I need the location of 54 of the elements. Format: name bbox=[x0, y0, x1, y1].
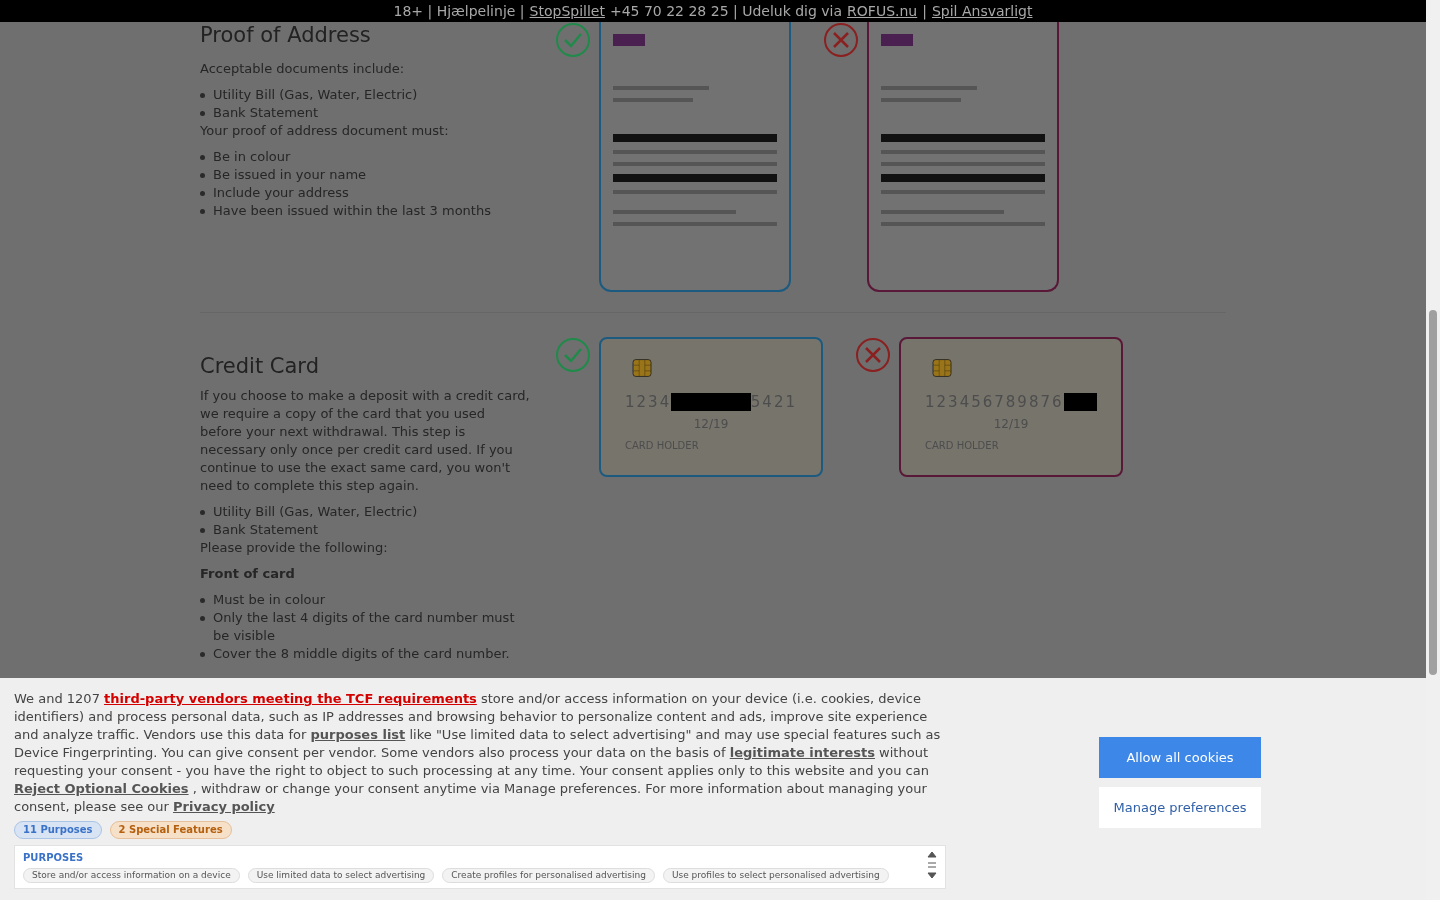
count-tag[interactable]: 11 Purposes bbox=[14, 821, 102, 839]
purpose-chip[interactable]: Store and/or access information on a device bbox=[23, 868, 240, 883]
purposes-heading: PURPOSES bbox=[23, 851, 85, 865]
bullet-icon bbox=[200, 598, 205, 603]
section-heading: Proof of Address bbox=[200, 22, 372, 48]
scrollbar[interactable] bbox=[1426, 0, 1440, 900]
bullet-icon bbox=[200, 191, 205, 196]
allow-all-button[interactable]: Allow all cookies bbox=[1099, 737, 1261, 778]
consent-text: We and 1207 third-party vendors meeting the TCF requirements store and/or access information on your device (i.e. cookies, device identifiers) and process personal data, such as IP addresses and browsing behavior to personalize content and ads, improve site experience and analyze traffic. Vendors use this data for purposes list like "Use limited data to select advertising" and may use special features such as Device Fingerprinting. You can give consent per vendor. Some vendors also process your data on the basis of legitimate interests without requesting your consent - you have the right to object to such processing at any time. Your consent applies only to this website and you can Reject Optional Cookies , withdraw or change your consent anytime via Manage preferences. For more information about managing your consent, please see our Privacy policy bbox=[14, 690, 942, 816]
bullet-icon bbox=[200, 510, 205, 515]
bullet-icon bbox=[200, 528, 205, 533]
bullet-icon bbox=[200, 173, 205, 178]
link[interactable]: ROFUS.nu bbox=[847, 0, 918, 22]
bullet-icon bbox=[200, 652, 205, 657]
list-item: Include your address bbox=[213, 184, 349, 202]
count-tag[interactable]: 2 Special Features bbox=[109, 821, 232, 839]
link[interactable]: purposes list bbox=[310, 727, 406, 742]
purpose-chip[interactable]: Use limited data to select advertising bbox=[247, 868, 435, 883]
redaction-bar bbox=[1063, 393, 1097, 411]
scroll-arrows-icon[interactable] bbox=[927, 851, 937, 879]
link[interactable]: Reject Optional Cookies bbox=[14, 781, 189, 796]
list-item: Utility Bill (Gas, Water, Electric) bbox=[213, 503, 418, 521]
bar-text: +45 70 22 28 25 | Udeluk dig via bbox=[609, 1, 843, 22]
paragraph: Acceptable documents include: bbox=[200, 60, 406, 78]
paragraph: If you choose to make a deposit with a credit card, we require a copy of the card that you used before your next withdrawal. This step is necessary only once per credit card used. If you continue to use the exact same card, you won't need to complete this step again. bbox=[200, 387, 530, 495]
scrollbar-thumb[interactable] bbox=[1429, 310, 1437, 675]
list-item: Cover the 8 middle digits of the card number. bbox=[213, 645, 510, 663]
link[interactable]: Spil Ansvarligt bbox=[931, 0, 1033, 22]
purpose-chip[interactable]: Use profiles to select personalised advertising bbox=[662, 868, 889, 883]
list-item: Bank Statement bbox=[213, 104, 319, 122]
note-text: Please provide the following: bbox=[200, 539, 389, 557]
list-item: Have been issued within the last 3 months bbox=[213, 202, 491, 220]
link[interactable]: StopSpillet bbox=[529, 0, 605, 22]
link[interactable]: legitimate interests bbox=[729, 745, 875, 760]
bullet-icon bbox=[200, 616, 205, 621]
section-heading: Credit Card bbox=[200, 353, 320, 379]
bar-text: | bbox=[922, 1, 927, 22]
list-item: Be issued in your name bbox=[213, 166, 367, 184]
link[interactable]: Privacy policy bbox=[173, 799, 275, 814]
list-item: Utility Bill (Gas, Water, Electric) bbox=[213, 86, 418, 104]
bullet-icon bbox=[200, 155, 205, 160]
note-text: Your proof of address document must: bbox=[200, 122, 450, 140]
list-item: Only the last 4 digits of the card number must be visible bbox=[213, 609, 516, 645]
subheading: Front of card bbox=[200, 565, 296, 583]
list-item: Bank Statement bbox=[213, 521, 319, 539]
bullet-icon bbox=[200, 111, 205, 116]
bullet-icon bbox=[200, 209, 205, 214]
bullet-icon bbox=[200, 93, 205, 98]
manage-preferences-button[interactable]: Manage preferences bbox=[1099, 787, 1261, 828]
list-item: Must be in colour bbox=[213, 591, 326, 609]
purpose-chip[interactable]: Create profiles for personalised advertising bbox=[442, 868, 655, 883]
bar-text: 18+ | Hjælpelinje | bbox=[393, 1, 525, 22]
list-item: Be in colour bbox=[213, 148, 291, 166]
vendors-link[interactable]: third-party vendors meeting the TCF requirements bbox=[104, 691, 477, 706]
